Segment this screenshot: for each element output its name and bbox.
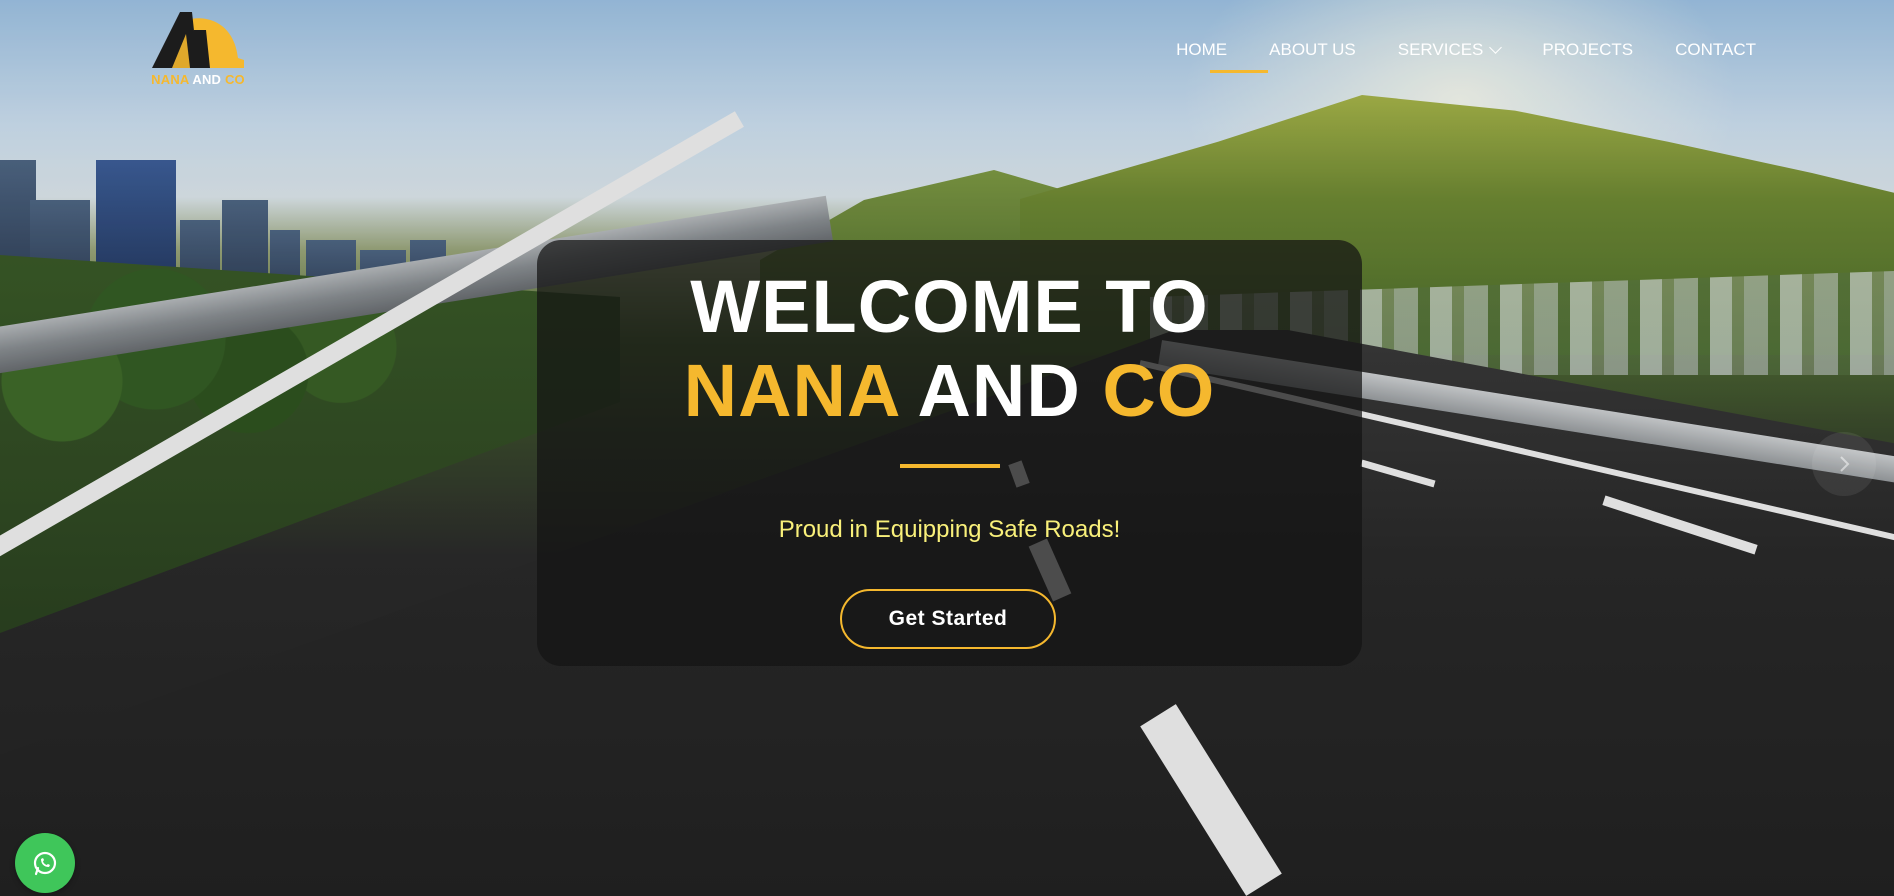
nav-about-us[interactable]: About Us: [1269, 40, 1356, 60]
nav-services[interactable]: Services: [1397, 40, 1503, 60]
hero-title-word2: AND: [917, 349, 1081, 432]
active-nav-indicator: [1210, 70, 1268, 73]
carousel-next-button[interactable]: [1812, 432, 1876, 496]
nav-contact[interactable]: Contact: [1675, 40, 1756, 60]
hero-title-line1: WELCOME TO: [690, 265, 1209, 348]
whatsapp-icon: [33, 851, 57, 876]
hero-card: WELCOME TO NANA AND CO Proud in Equippin…: [537, 240, 1362, 666]
hero-divider: [900, 464, 1000, 468]
logo-word-1: NANA: [151, 72, 190, 87]
logo-wordmark: NANA AND CO: [146, 72, 250, 87]
hard-hat-logo-icon: [152, 12, 244, 68]
whatsapp-button[interactable]: [15, 833, 75, 893]
main-nav: Home About Us Services Projects Contact: [1176, 40, 1756, 60]
chevron-down-icon: [1489, 41, 1503, 54]
nav-home[interactable]: Home: [1176, 40, 1227, 60]
company-logo[interactable]: NANA AND CO: [146, 10, 250, 88]
get-started-button[interactable]: Get Started: [840, 589, 1056, 649]
logo-word-3: CO: [224, 72, 245, 87]
hero-subtitle: Proud in Equipping Safe Roads!: [778, 516, 1121, 543]
chevron-right-icon: [1840, 456, 1850, 472]
nav-projects[interactable]: Projects: [1542, 40, 1633, 60]
hero-title-word3: CO: [1102, 349, 1216, 432]
hero-title-word1: NANA: [683, 349, 899, 432]
hero-title-line2: NANA AND CO: [537, 354, 1362, 428]
logo-word-2: AND: [192, 72, 222, 87]
nav-services-label: Services: [1397, 40, 1484, 59]
